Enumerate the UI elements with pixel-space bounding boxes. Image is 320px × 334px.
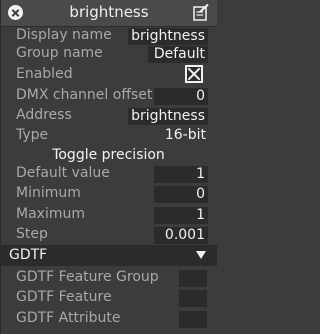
gdtf-attribute-row: GDTF Attribute <box>1 309 217 329</box>
group-name-row: Group name Default <box>1 44 217 64</box>
gdtf-attribute-label: GDTF Attribute <box>16 310 121 326</box>
toggle-precision-button[interactable]: Toggle precision <box>1 147 216 163</box>
group-name-field[interactable]: Default <box>148 46 208 63</box>
dmx-channel-offset-field[interactable]: 0 <box>154 88 208 105</box>
dmx-channel-offset-label: DMX channel offset <box>16 87 153 103</box>
type-row: Type 16-bit <box>1 126 217 146</box>
default-value-label: Default value <box>16 165 110 181</box>
address-label: Address <box>16 107 72 123</box>
type-label: Type <box>16 127 49 143</box>
gdtf-section-header[interactable]: GDTF <box>1 245 217 266</box>
display-name-field[interactable]: brightness <box>128 28 208 45</box>
edit-icon[interactable] <box>193 4 209 21</box>
gdtf-feature-row: GDTF Feature <box>1 288 217 308</box>
display-name-row: Display name brightness <box>1 26 217 46</box>
gdtf-feature-group-label: GDTF Feature Group <box>16 269 159 285</box>
parameter-inspector-panel: brightness Display name brightness Group… <box>0 0 217 334</box>
gdtf-feature-group-field[interactable] <box>179 270 207 287</box>
gdtf-feature-field[interactable] <box>179 290 207 307</box>
step-field[interactable]: 0.001 <box>154 227 208 244</box>
dmx-channel-offset-row: DMX channel offset 0 <box>1 86 217 106</box>
title-bar: brightness <box>1 0 217 27</box>
display-name-label: Display name <box>16 27 112 43</box>
gdtf-feature-group-row: GDTF Feature Group <box>1 268 217 288</box>
gdtf-feature-label: GDTF Feature <box>16 289 112 305</box>
maximum-label: Maximum <box>16 206 85 222</box>
step-label: Step <box>16 226 48 242</box>
default-value-field[interactable]: 1 <box>154 166 208 183</box>
enabled-label: Enabled <box>16 66 73 82</box>
enabled-checkbox[interactable] <box>185 65 203 83</box>
gdtf-section-label: GDTF <box>9 247 48 263</box>
triangle-down-icon <box>196 251 206 259</box>
step-row: Step 0.001 <box>1 225 217 245</box>
panel-title: brightness <box>69 3 149 21</box>
gdtf-attribute-field[interactable] <box>179 311 207 328</box>
maximum-field[interactable]: 1 <box>154 207 208 224</box>
type-value: 16-bit <box>164 127 206 143</box>
minimum-row: Minimum 0 <box>1 184 217 204</box>
enabled-row: Enabled <box>1 65 217 85</box>
minimum-label: Minimum <box>16 185 81 201</box>
minimum-field[interactable]: 0 <box>154 186 208 203</box>
maximum-row: Maximum 1 <box>1 205 217 225</box>
default-value-row: Default value 1 <box>1 164 217 184</box>
address-field[interactable]: brightness <box>128 108 208 125</box>
address-row: Address brightness <box>1 106 217 126</box>
group-name-label: Group name <box>16 45 103 61</box>
